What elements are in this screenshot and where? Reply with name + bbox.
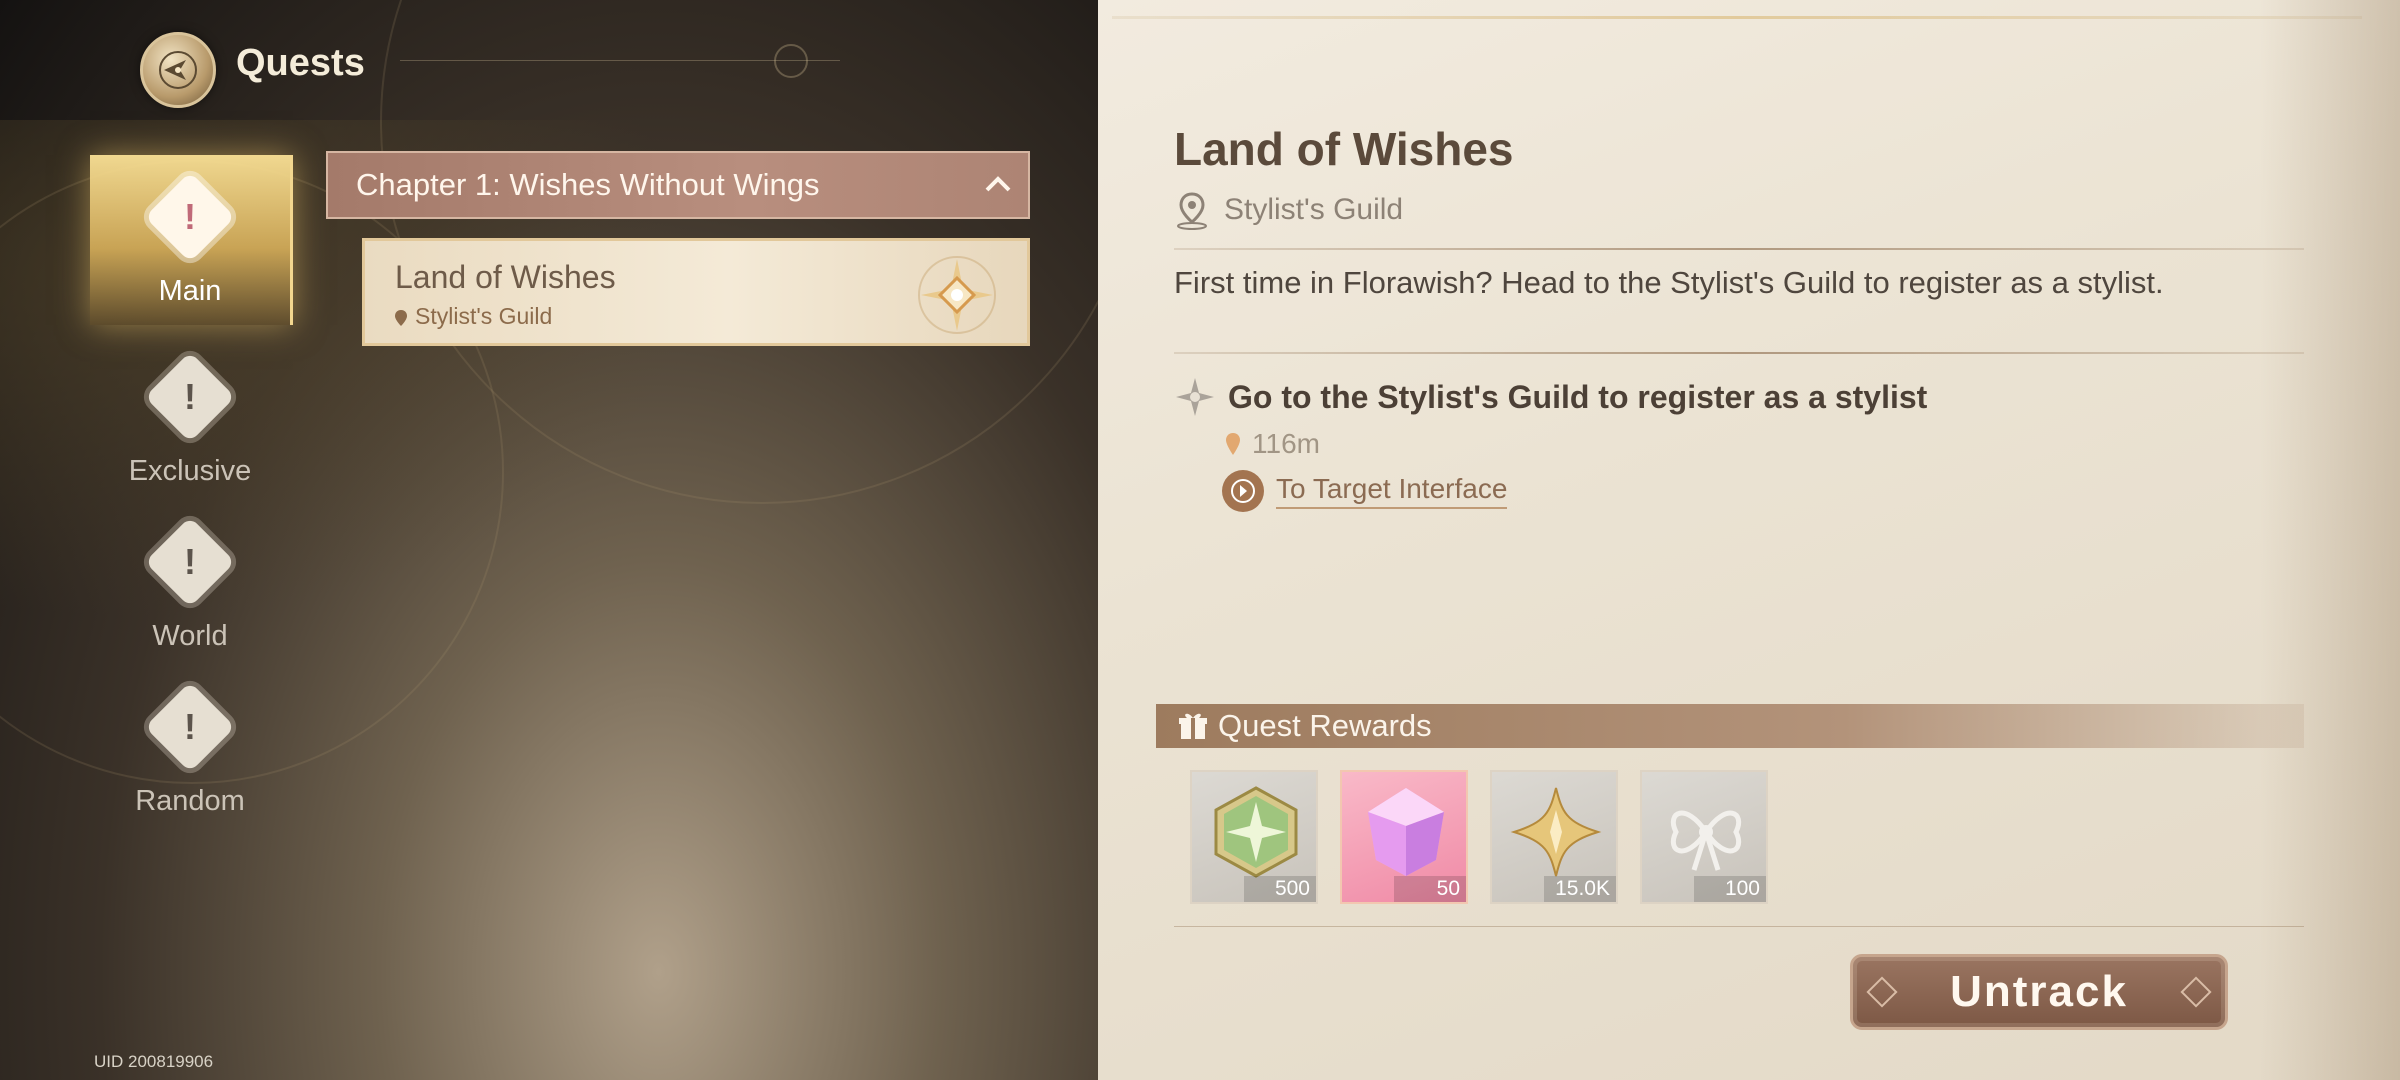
nav-tab-label: World	[152, 620, 228, 652]
quest-title: Land of Wishes	[1174, 123, 1514, 175]
reward-count: 15.0K	[1544, 876, 1616, 902]
untrack-label: Untrack	[1950, 967, 2128, 1016]
nav-tab-label: Exclusive	[128, 455, 252, 487]
quest-item-location: Stylist's Guild	[415, 303, 553, 329]
divider	[1174, 926, 2304, 927]
chevron-up-icon	[968, 168, 1028, 202]
panel-edge-shadow	[2260, 0, 2400, 1080]
exclamation-icon: !	[144, 516, 236, 608]
nav-tab-world[interactable]: ! World	[90, 500, 290, 660]
location-pin-icon	[1177, 192, 1207, 230]
panel-top-border	[1112, 16, 2362, 19]
nav-tab-label: Random	[135, 785, 245, 817]
to-target-interface-link[interactable]: To Target Interface	[1222, 470, 1508, 512]
quest-item-location-row: Stylist's Guild	[395, 303, 552, 330]
quest-description: First time in Florawish? Head to the Sty…	[1174, 265, 2164, 300]
pink-diamond-icon	[1368, 788, 1444, 876]
quest-location: Stylist's Guild	[1224, 193, 1404, 226]
quest-list-item[interactable]: Land of Wishes Stylist's Guild	[362, 238, 1030, 346]
user-id: UID 200819906	[94, 1052, 214, 1071]
quest-detail-panel: Land of Wishes Stylist's Guild First tim…	[1098, 0, 2400, 1080]
nav-tab-main[interactable]: ! Main	[90, 155, 293, 325]
divider	[1174, 352, 2304, 354]
quest-objective: Go to the Stylist's Guild to register as…	[1174, 376, 1927, 418]
chapter-header[interactable]: Chapter 1: Wishes Without Wings	[326, 151, 1030, 219]
reward-count: 500	[1244, 876, 1316, 902]
objective-text: Go to the Stylist's Guild to register as…	[1228, 378, 1928, 415]
button-ornament	[2180, 976, 2212, 1008]
green-star-hexagon-icon	[1214, 786, 1298, 878]
exclamation-icon: !	[144, 351, 236, 443]
nav-tab-random[interactable]: ! Random	[90, 665, 290, 825]
reward-item[interactable]: 500	[1190, 770, 1318, 904]
quest-location-row: Stylist's Guild	[1174, 190, 1403, 230]
to-target-interface-label: To Target Interface	[1276, 473, 1508, 509]
quests-logo-icon	[140, 32, 216, 108]
objective-star-icon	[1176, 378, 1214, 416]
tracked-star-icon	[918, 256, 996, 334]
reward-item[interactable]: 100	[1640, 770, 1768, 904]
chapter-title: Chapter 1: Wishes Without Wings	[356, 167, 820, 202]
button-ornament	[1866, 976, 1898, 1008]
exclamation-icon: !	[144, 171, 236, 263]
divider	[1174, 248, 2304, 250]
location-pin-icon	[395, 310, 407, 326]
silver-bow-icon	[1670, 810, 1742, 871]
rewards-title: Quest Rewards	[1218, 708, 1432, 743]
quest-list-panel: Quests ! Main ! Exclusive ! World ! Rand…	[0, 0, 1098, 1080]
quest-item-title: Land of Wishes	[395, 259, 616, 295]
reward-count: 100	[1694, 876, 1766, 902]
distance-value: 116m	[1252, 428, 1320, 459]
untrack-button[interactable]: Untrack	[1850, 954, 2228, 1030]
page-title: Quests	[236, 42, 365, 84]
gold-star-icon	[1510, 787, 1602, 877]
exclamation-icon: !	[144, 681, 236, 773]
reward-item[interactable]: 15.0K	[1490, 770, 1618, 904]
header-ornament	[774, 44, 808, 78]
nav-tab-label: Main	[158, 275, 222, 307]
rewards-header: Quest Rewards	[1156, 704, 2304, 748]
distance-row: 116m	[1226, 428, 1320, 460]
reward-item[interactable]: 50	[1340, 770, 1468, 904]
location-pin-icon	[1226, 433, 1240, 455]
arrow-right-icon	[1222, 470, 1264, 512]
gift-icon	[1179, 713, 1207, 739]
reward-count: 50	[1394, 876, 1466, 902]
nav-tab-exclusive[interactable]: ! Exclusive	[90, 335, 290, 495]
